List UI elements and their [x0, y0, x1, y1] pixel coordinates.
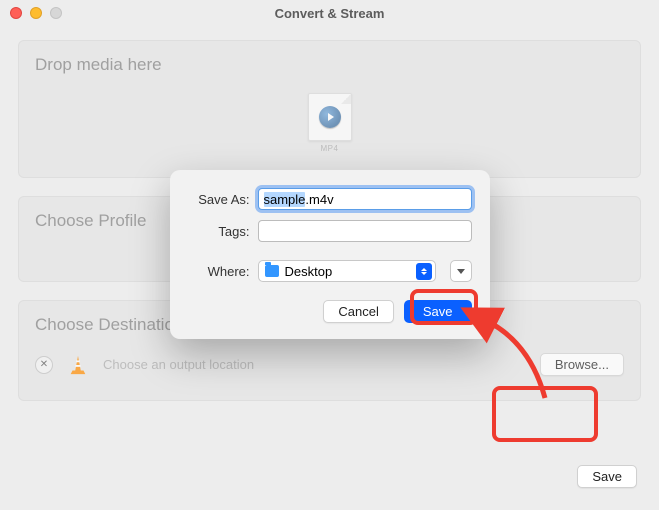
dropzone-heading: Drop media here	[35, 55, 624, 75]
media-file-icon	[308, 93, 352, 141]
tags-label: Tags:	[188, 224, 250, 239]
window-title: Convert & Stream	[0, 6, 659, 21]
cancel-button[interactable]: Cancel	[323, 300, 393, 323]
clear-destination-button[interactable]: ✕	[35, 356, 53, 374]
save-sheet: Save As: sample.m4v Tags: Where: Desktop…	[170, 170, 490, 339]
save-button[interactable]: Save	[404, 300, 472, 323]
dropdown-stepper-icon	[416, 263, 432, 280]
media-file-ext: MP4	[304, 144, 356, 153]
browse-button[interactable]: Browse...	[540, 353, 624, 376]
tags-input[interactable]	[258, 220, 472, 242]
footer-actions: Save	[577, 465, 637, 488]
where-value: Desktop	[285, 264, 333, 279]
vlc-cone-icon	[67, 354, 89, 376]
maximize-window-button[interactable]	[50, 7, 62, 19]
window-controls	[10, 7, 62, 19]
saveas-value-rest: .m4v	[305, 192, 333, 207]
minimize-window-button[interactable]	[30, 7, 42, 19]
expand-button[interactable]	[450, 260, 472, 282]
media-file-tile[interactable]: MP4	[304, 93, 356, 153]
destination-placeholder: Choose an output location	[103, 357, 526, 372]
saveas-label: Save As:	[188, 192, 250, 207]
where-label: Where:	[188, 264, 250, 279]
close-window-button[interactable]	[10, 7, 22, 19]
dropzone-panel: Drop media here MP4	[18, 40, 641, 178]
footer-save-button[interactable]: Save	[577, 465, 637, 488]
chevron-down-icon	[457, 269, 465, 274]
folder-icon	[265, 265, 279, 277]
titlebar: Convert & Stream	[0, 0, 659, 26]
saveas-input[interactable]: sample.m4v	[258, 188, 472, 210]
where-dropdown[interactable]: Desktop	[258, 260, 436, 282]
saveas-value-selected: sample	[264, 192, 306, 207]
